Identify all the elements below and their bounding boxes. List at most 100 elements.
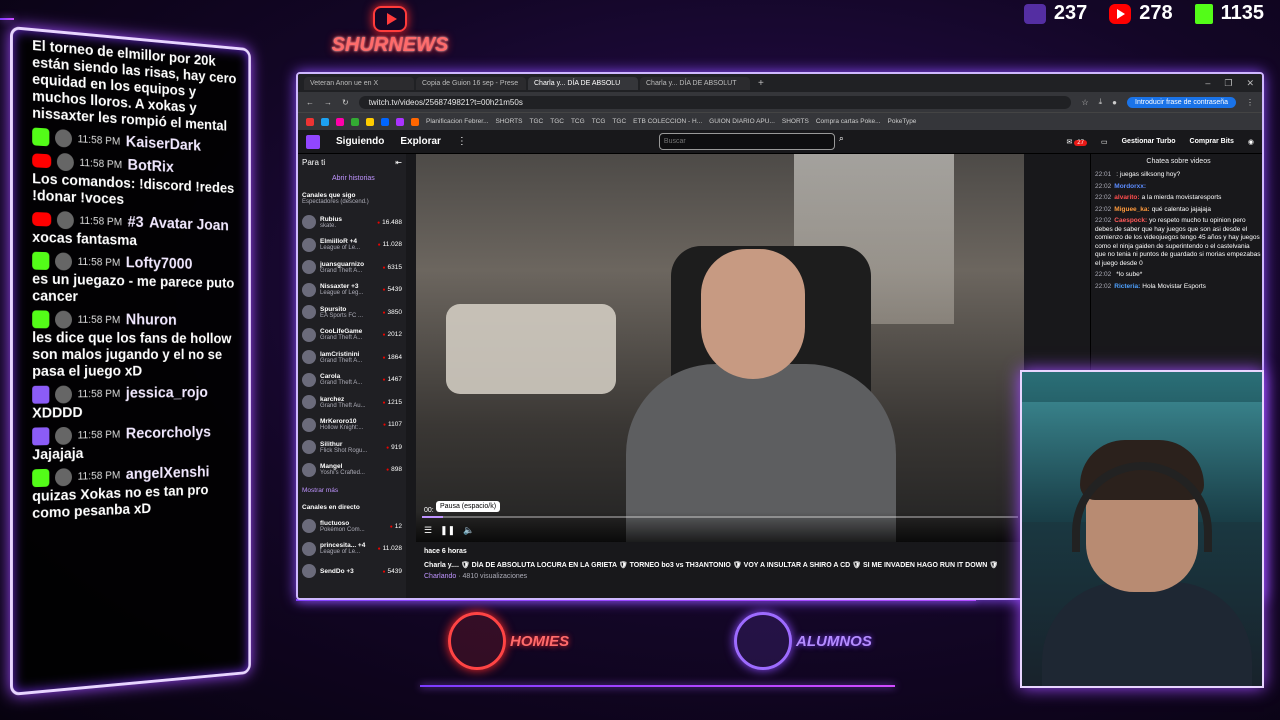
sidebar-channel[interactable]: CooLifeGameGrand Theft A... 2012	[302, 324, 402, 347]
tab[interactable]: Veteran Anon ue en X	[304, 76, 414, 90]
sidebar-channel[interactable]: IamCristininiGrand Theft A... 1864	[302, 346, 402, 369]
live-list: fluctuosoPokémon Com... 12 princesita... +…	[302, 515, 402, 583]
turbo-button[interactable]: Gestionar Turbo	[1122, 138, 1176, 145]
video-chat-user[interactable]: Caespock:	[1114, 217, 1147, 224]
channel-name: Spursito	[320, 305, 347, 313]
collapse-icon[interactable]: ⇤	[395, 158, 402, 167]
kick-icon	[32, 310, 50, 329]
video-chat-user[interactable]: Miguee_ka:	[1114, 206, 1149, 213]
sidebar-channel[interactable]: CarolaGrand Theft A... 1467	[302, 369, 402, 392]
twitch-icon	[1023, 3, 1046, 24]
sidebar-channel[interactable]: Rubiusskate. 16.488	[302, 211, 402, 234]
bookmark-item[interactable]: ETB COLECCION - H...	[633, 118, 702, 125]
reload-icon[interactable]: ↻	[342, 98, 349, 107]
bookmark-item[interactable]: GUION DIARIO APU...	[709, 118, 775, 125]
bookmark-item[interactable]: TCG	[592, 118, 606, 125]
show-more-link[interactable]: Mostrar más	[302, 487, 402, 494]
inbox-icon[interactable]: ✉ 27	[1066, 138, 1087, 146]
bookmark-item[interactable]: SHORTS	[496, 118, 523, 125]
whisper-icon[interactable]: ▭	[1101, 138, 1108, 146]
viewer-count: 5439	[383, 286, 402, 293]
bookmark-item[interactable]: Planificacion Febrer...	[426, 118, 489, 125]
video-title: Charla y.... 🛡 DÍA DE ABSOLUTA LOCURA EN…	[424, 562, 999, 569]
channel-game: Yoshi's Crafted...	[320, 470, 365, 477]
sidebar-channel[interactable]: ElmiilloR +4League of Le... 11.028	[302, 234, 402, 257]
url-field[interactable]: twitch.tv/videos/2568749821?t=00h21m50s	[358, 95, 1072, 109]
pause-icon[interactable]: ❚❚	[440, 525, 455, 536]
forward-icon[interactable]: →	[324, 98, 332, 107]
channel-info: princesita... +4 League of Le...	[320, 542, 374, 555]
bits-button[interactable]: Comprar Bits	[1190, 138, 1234, 145]
sofa	[446, 304, 616, 394]
bookmark-icon[interactable]	[411, 117, 419, 126]
restore-icon[interactable]: ❐	[1224, 78, 1232, 89]
window-controls: – ❐ ✕	[1205, 78, 1262, 89]
video-chat-user[interactable]: Ricteria:	[1114, 283, 1140, 290]
video-category[interactable]: Charlando	[424, 573, 456, 580]
tab[interactable]: Copia de Guion 16 sep - Prese	[416, 76, 526, 90]
progress-bar[interactable]	[422, 516, 1018, 518]
sidebar-channel[interactable]: SpursitoEA Sports FC ... 3850	[302, 301, 402, 324]
sidebar-channel[interactable]: SilithurFlick Shot Rogu... 919	[302, 436, 402, 459]
bookmark-item[interactable]: PokeType	[888, 118, 917, 125]
bookmark-icon[interactable]	[306, 117, 314, 126]
sidebar-channel[interactable]: princesita... +4League of Le... 11.028	[302, 538, 402, 561]
viewer-count: 11.028	[378, 241, 402, 248]
chat-message: 11:58 PM Recorcholys Jajajaja	[32, 424, 238, 463]
open-stories-link[interactable]: Abrir historias	[302, 175, 402, 182]
search-input[interactable]	[658, 133, 835, 150]
video-player[interactable]: 00: Pausa (espacio/k) ☰ ❚❚ 🔈	[416, 154, 1024, 542]
bookmark-icon[interactable]	[351, 117, 359, 126]
bookmark-item[interactable]: TGC	[529, 118, 543, 125]
bookmark-icon[interactable]	[321, 117, 329, 126]
avatar	[55, 468, 72, 487]
youtube-icon	[32, 211, 52, 227]
twitch-logo-icon[interactable]	[306, 134, 320, 149]
tab-active[interactable]: Charla y... DÍA DE ABSOLU	[528, 76, 638, 90]
bookmark-item[interactable]: TGC	[612, 118, 626, 125]
video-chat-line: 22:02 Miguee_ka: qué calentao jajajaja	[1095, 206, 1262, 215]
avatar	[302, 372, 316, 387]
bookmark-item[interactable]: Compra cartas Poke...	[816, 118, 881, 125]
bookmark-icon[interactable]	[396, 117, 404, 126]
profile-icon[interactable]: ●	[1112, 98, 1117, 107]
sidebar-channel[interactable]: Nissaxter +3League of Leg... 5439	[302, 279, 402, 302]
bookmark-icon[interactable]	[336, 117, 344, 126]
minimize-icon[interactable]: –	[1205, 78, 1210, 89]
nav-explore[interactable]: Explorar	[400, 136, 441, 147]
sidebar-channel[interactable]: MrKeroro10Hollow Knight:... 1107	[302, 414, 402, 437]
volume-icon[interactable]: 🔈	[463, 525, 474, 536]
video-chat-user[interactable]: Mordorxx:	[1114, 183, 1146, 190]
bookmark-item[interactable]: SHORTS	[782, 118, 809, 125]
more-icon[interactable]: ⋮	[457, 136, 467, 147]
sidebar-channel[interactable]: SendDo +3 5439	[302, 560, 402, 583]
search-icon[interactable]: ⌕	[839, 133, 855, 150]
chat-text: XDDDD	[32, 404, 83, 422]
sidebar-channel[interactable]: MangelYoshi's Crafted... 898	[302, 459, 402, 482]
tab[interactable]: Charla y... DÍA DE ABSOLUT	[640, 76, 750, 90]
avatar[interactable]: ◉	[1248, 138, 1254, 146]
menu-icon[interactable]: ⋮	[1246, 98, 1254, 107]
viewer-count: 11.028	[378, 545, 402, 552]
bookmark-item[interactable]: TCG	[571, 118, 585, 125]
nav-following[interactable]: Siguiendo	[336, 136, 384, 147]
video-chat-user[interactable]: alvarito:	[1114, 194, 1139, 201]
followed-sort[interactable]: Espectadores (descend.)	[302, 199, 402, 205]
new-tab-icon[interactable]: +	[752, 78, 770, 89]
chat-time: 11:58 PM	[77, 469, 121, 483]
sidebar-channel[interactable]: juansguarnizoGrand Theft A... 6315	[302, 256, 402, 279]
bookmark-item[interactable]: TGC	[550, 118, 564, 125]
close-icon[interactable]: ✕	[1246, 78, 1254, 89]
bookmark-icon[interactable]	[381, 117, 389, 126]
star-icon[interactable]: ☆	[1081, 98, 1088, 107]
sidebar-channel[interactable]: karchezGrand Theft Au... 1215	[302, 391, 402, 414]
list-icon[interactable]: ☰	[424, 525, 432, 536]
sidebar-channel[interactable]: fluctuosoPokémon Com... 12	[302, 515, 402, 538]
back-icon[interactable]: ←	[306, 98, 314, 107]
viewer-count: 1864	[383, 354, 402, 361]
password-button[interactable]: Introducir frase de contraseña	[1127, 96, 1236, 108]
download-icon[interactable]: ⤓	[1099, 97, 1103, 107]
avatar	[55, 385, 72, 404]
channel-name: IamCristinini	[320, 350, 360, 358]
bookmark-icon[interactable]	[366, 117, 374, 126]
